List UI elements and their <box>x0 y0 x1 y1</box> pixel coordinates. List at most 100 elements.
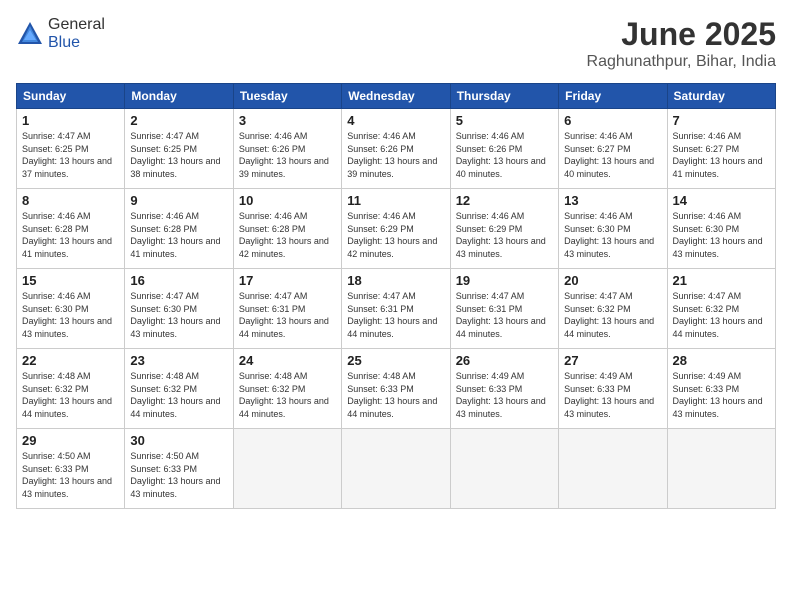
table-cell: 4 Sunrise: 4:46 AMSunset: 6:26 PMDayligh… <box>342 109 450 189</box>
logo: General Blue <box>16 16 105 52</box>
table-row: 8 Sunrise: 4:46 AMSunset: 6:28 PMDayligh… <box>17 189 776 269</box>
calendar-page: General Blue June 2025 Raghunathpur, Bih… <box>0 0 792 612</box>
day-number: 6 <box>564 113 661 128</box>
day-number: 21 <box>673 273 770 288</box>
table-cell: 2 Sunrise: 4:47 AMSunset: 6:25 PMDayligh… <box>125 109 233 189</box>
table-cell: 3 Sunrise: 4:46 AMSunset: 6:26 PMDayligh… <box>233 109 341 189</box>
day-info: Sunrise: 4:47 AMSunset: 6:25 PMDaylight:… <box>22 131 112 179</box>
day-number: 14 <box>673 193 770 208</box>
col-friday: Friday <box>559 84 667 109</box>
calendar-table: Sunday Monday Tuesday Wednesday Thursday… <box>16 83 776 509</box>
day-info: Sunrise: 4:47 AMSunset: 6:31 PMDaylight:… <box>347 291 437 339</box>
table-cell: 28 Sunrise: 4:49 AMSunset: 6:33 PMDaylig… <box>667 349 775 429</box>
day-number: 27 <box>564 353 661 368</box>
col-wednesday: Wednesday <box>342 84 450 109</box>
header-row: Sunday Monday Tuesday Wednesday Thursday… <box>17 84 776 109</box>
day-info: Sunrise: 4:49 AMSunset: 6:33 PMDaylight:… <box>564 371 654 419</box>
day-info: Sunrise: 4:48 AMSunset: 6:32 PMDaylight:… <box>130 371 220 419</box>
day-number: 25 <box>347 353 444 368</box>
table-cell: 8 Sunrise: 4:46 AMSunset: 6:28 PMDayligh… <box>17 189 125 269</box>
table-cell <box>233 429 341 509</box>
day-info: Sunrise: 4:47 AMSunset: 6:30 PMDaylight:… <box>130 291 220 339</box>
day-info: Sunrise: 4:47 AMSunset: 6:32 PMDaylight:… <box>564 291 654 339</box>
table-cell: 27 Sunrise: 4:49 AMSunset: 6:33 PMDaylig… <box>559 349 667 429</box>
day-number: 7 <box>673 113 770 128</box>
day-number: 28 <box>673 353 770 368</box>
day-info: Sunrise: 4:46 AMSunset: 6:27 PMDaylight:… <box>673 131 763 179</box>
day-info: Sunrise: 4:46 AMSunset: 6:26 PMDaylight:… <box>347 131 437 179</box>
header: General Blue June 2025 Raghunathpur, Bih… <box>16 16 776 71</box>
table-cell <box>667 429 775 509</box>
day-info: Sunrise: 4:46 AMSunset: 6:28 PMDaylight:… <box>130 211 220 259</box>
day-number: 17 <box>239 273 336 288</box>
day-info: Sunrise: 4:48 AMSunset: 6:33 PMDaylight:… <box>347 371 437 419</box>
day-info: Sunrise: 4:50 AMSunset: 6:33 PMDaylight:… <box>22 451 112 499</box>
day-info: Sunrise: 4:46 AMSunset: 6:26 PMDaylight:… <box>456 131 546 179</box>
day-number: 2 <box>130 113 227 128</box>
table-cell <box>559 429 667 509</box>
day-number: 16 <box>130 273 227 288</box>
table-row: 22 Sunrise: 4:48 AMSunset: 6:32 PMDaylig… <box>17 349 776 429</box>
logo-icon <box>16 20 44 48</box>
day-number: 23 <box>130 353 227 368</box>
day-info: Sunrise: 4:48 AMSunset: 6:32 PMDaylight:… <box>22 371 112 419</box>
table-cell: 30 Sunrise: 4:50 AMSunset: 6:33 PMDaylig… <box>125 429 233 509</box>
table-cell: 9 Sunrise: 4:46 AMSunset: 6:28 PMDayligh… <box>125 189 233 269</box>
day-number: 29 <box>22 433 119 448</box>
day-number: 20 <box>564 273 661 288</box>
title-block: June 2025 Raghunathpur, Bihar, India <box>587 16 776 71</box>
day-number: 18 <box>347 273 444 288</box>
table-cell: 20 Sunrise: 4:47 AMSunset: 6:32 PMDaylig… <box>559 269 667 349</box>
day-number: 15 <box>22 273 119 288</box>
day-info: Sunrise: 4:46 AMSunset: 6:29 PMDaylight:… <box>347 211 437 259</box>
day-info: Sunrise: 4:48 AMSunset: 6:32 PMDaylight:… <box>239 371 329 419</box>
col-monday: Monday <box>125 84 233 109</box>
day-number: 13 <box>564 193 661 208</box>
table-cell: 24 Sunrise: 4:48 AMSunset: 6:32 PMDaylig… <box>233 349 341 429</box>
day-number: 4 <box>347 113 444 128</box>
logo-general: General <box>48 16 105 33</box>
table-cell: 22 Sunrise: 4:48 AMSunset: 6:32 PMDaylig… <box>17 349 125 429</box>
table-row: 15 Sunrise: 4:46 AMSunset: 6:30 PMDaylig… <box>17 269 776 349</box>
day-info: Sunrise: 4:47 AMSunset: 6:31 PMDaylight:… <box>456 291 546 339</box>
table-cell <box>342 429 450 509</box>
day-number: 10 <box>239 193 336 208</box>
day-number: 26 <box>456 353 553 368</box>
day-info: Sunrise: 4:46 AMSunset: 6:26 PMDaylight:… <box>239 131 329 179</box>
day-info: Sunrise: 4:47 AMSunset: 6:32 PMDaylight:… <box>673 291 763 339</box>
day-info: Sunrise: 4:46 AMSunset: 6:27 PMDaylight:… <box>564 131 654 179</box>
col-tuesday: Tuesday <box>233 84 341 109</box>
table-cell: 16 Sunrise: 4:47 AMSunset: 6:30 PMDaylig… <box>125 269 233 349</box>
day-number: 24 <box>239 353 336 368</box>
day-info: Sunrise: 4:46 AMSunset: 6:30 PMDaylight:… <box>673 211 763 259</box>
table-cell: 17 Sunrise: 4:47 AMSunset: 6:31 PMDaylig… <box>233 269 341 349</box>
day-number: 19 <box>456 273 553 288</box>
day-number: 8 <box>22 193 119 208</box>
col-saturday: Saturday <box>667 84 775 109</box>
day-number: 3 <box>239 113 336 128</box>
day-info: Sunrise: 4:46 AMSunset: 6:29 PMDaylight:… <box>456 211 546 259</box>
table-cell: 25 Sunrise: 4:48 AMSunset: 6:33 PMDaylig… <box>342 349 450 429</box>
day-number: 22 <box>22 353 119 368</box>
location: Raghunathpur, Bihar, India <box>587 53 776 71</box>
table-cell: 14 Sunrise: 4:46 AMSunset: 6:30 PMDaylig… <box>667 189 775 269</box>
table-cell: 15 Sunrise: 4:46 AMSunset: 6:30 PMDaylig… <box>17 269 125 349</box>
month-year: June 2025 <box>587 16 776 53</box>
table-cell: 6 Sunrise: 4:46 AMSunset: 6:27 PMDayligh… <box>559 109 667 189</box>
table-cell <box>450 429 558 509</box>
day-info: Sunrise: 4:46 AMSunset: 6:28 PMDaylight:… <box>22 211 112 259</box>
logo-text: General Blue <box>48 16 105 52</box>
day-number: 11 <box>347 193 444 208</box>
col-thursday: Thursday <box>450 84 558 109</box>
table-row: 29 Sunrise: 4:50 AMSunset: 6:33 PMDaylig… <box>17 429 776 509</box>
day-info: Sunrise: 4:47 AMSunset: 6:31 PMDaylight:… <box>239 291 329 339</box>
table-cell: 21 Sunrise: 4:47 AMSunset: 6:32 PMDaylig… <box>667 269 775 349</box>
table-cell: 26 Sunrise: 4:49 AMSunset: 6:33 PMDaylig… <box>450 349 558 429</box>
table-cell: 5 Sunrise: 4:46 AMSunset: 6:26 PMDayligh… <box>450 109 558 189</box>
day-info: Sunrise: 4:49 AMSunset: 6:33 PMDaylight:… <box>456 371 546 419</box>
day-info: Sunrise: 4:50 AMSunset: 6:33 PMDaylight:… <box>130 451 220 499</box>
table-cell: 18 Sunrise: 4:47 AMSunset: 6:31 PMDaylig… <box>342 269 450 349</box>
day-number: 12 <box>456 193 553 208</box>
table-cell: 12 Sunrise: 4:46 AMSunset: 6:29 PMDaylig… <box>450 189 558 269</box>
table-cell: 29 Sunrise: 4:50 AMSunset: 6:33 PMDaylig… <box>17 429 125 509</box>
